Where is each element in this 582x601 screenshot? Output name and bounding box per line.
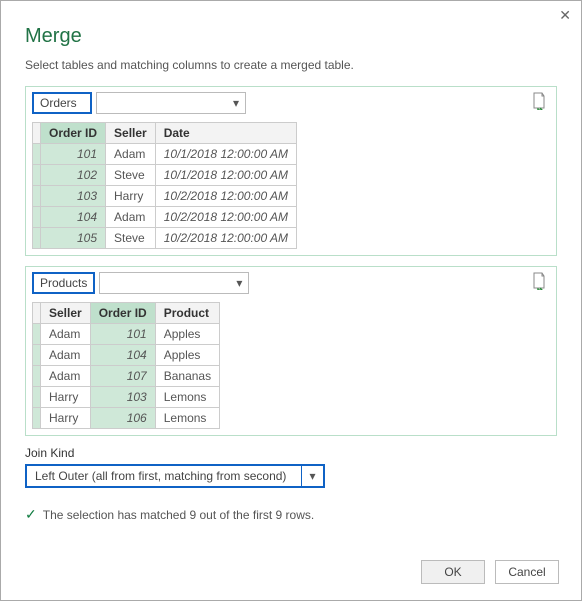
table1-name: Orders: [34, 96, 90, 110]
rowhandle: [33, 387, 41, 408]
dialog-subtitle: Select tables and matching columns to cr…: [25, 58, 557, 72]
cell: 10/2/2018 12:00:00 AM: [155, 228, 296, 249]
table-row[interactable]: 101Adam10/1/2018 12:00:00 AM: [33, 144, 297, 165]
cell: Adam: [41, 366, 91, 387]
status-text: The selection has matched 9 out of the f…: [43, 508, 314, 522]
join-kind-label: Join Kind: [25, 446, 557, 460]
table-row[interactable]: 103Harry10/2/2018 12:00:00 AM: [33, 186, 297, 207]
close-icon[interactable]: ✕: [559, 7, 571, 24]
rowhandle-head: [33, 123, 41, 144]
table-row[interactable]: Adam104Apples: [33, 345, 220, 366]
cell: Apples: [155, 324, 219, 345]
cell: 104: [90, 345, 155, 366]
cell: Lemons: [155, 387, 219, 408]
rowhandle: [33, 207, 41, 228]
cancel-button[interactable]: Cancel: [495, 560, 559, 584]
col-order-id[interactable]: Order ID: [41, 123, 106, 144]
cell: Apples: [155, 345, 219, 366]
chevron-down-icon: ▾: [230, 276, 248, 290]
col-seller[interactable]: Seller: [106, 123, 156, 144]
table1-grid: Order ID Seller Date 101Adam10/1/2018 12…: [32, 122, 297, 249]
cell: 104: [41, 207, 106, 228]
rowhandle: [33, 186, 41, 207]
rowhandle: [33, 324, 41, 345]
col-order-id[interactable]: Order ID: [90, 303, 155, 324]
chevron-down-icon: ▾: [227, 96, 245, 110]
cell: Adam: [41, 324, 91, 345]
join-kind-select[interactable]: Left Outer (all from first, matching fro…: [25, 464, 325, 488]
cell: Adam: [106, 207, 156, 228]
status-row: ✓ The selection has matched 9 out of the…: [25, 506, 557, 523]
cell: 10/1/2018 12:00:00 AM: [155, 144, 296, 165]
rowhandle-head: [33, 303, 41, 324]
cell: Harry: [106, 186, 156, 207]
footer: OK Cancel: [421, 560, 559, 584]
cell: Steve: [106, 228, 156, 249]
table2-column-select[interactable]: ▾: [99, 272, 249, 294]
cell: 106: [90, 408, 155, 429]
table2-grid: Seller Order ID Product Adam101ApplesAda…: [32, 302, 220, 429]
table-row[interactable]: 105Steve10/2/2018 12:00:00 AM: [33, 228, 297, 249]
rowhandle: [33, 408, 41, 429]
check-icon: ✓: [25, 506, 37, 523]
cell: 103: [41, 186, 106, 207]
cell: 101: [41, 144, 106, 165]
cell: 103: [90, 387, 155, 408]
cell: Adam: [106, 144, 156, 165]
table1-column-select[interactable]: ▾: [96, 92, 246, 114]
cell: 102: [41, 165, 106, 186]
table1-select[interactable]: Orders: [32, 92, 92, 114]
cell: Steve: [106, 165, 156, 186]
join-kind-value: Left Outer (all from first, matching fro…: [27, 469, 301, 483]
rowhandle: [33, 366, 41, 387]
col-product[interactable]: Product: [155, 303, 219, 324]
cell: Adam: [41, 345, 91, 366]
rowhandle: [33, 165, 41, 186]
col-date[interactable]: Date: [155, 123, 296, 144]
merge-dialog: ✕ Merge Select tables and matching colum…: [0, 0, 582, 601]
table2-name: Products: [34, 276, 93, 290]
table-row[interactable]: Harry106Lemons: [33, 408, 220, 429]
table-row[interactable]: 104Adam10/2/2018 12:00:00 AM: [33, 207, 297, 228]
cell: 10/2/2018 12:00:00 AM: [155, 207, 296, 228]
table2-select[interactable]: Products: [32, 272, 95, 294]
table1-section: Orders ▾ Order ID Seller Date 101Adam10/…: [25, 86, 557, 256]
chevron-down-icon: ▾: [301, 466, 323, 486]
cell: Bananas: [155, 366, 219, 387]
rowhandle: [33, 144, 41, 165]
table1-header-row: Order ID Seller Date: [33, 123, 297, 144]
cell: 107: [90, 366, 155, 387]
cell: 101: [90, 324, 155, 345]
cell: Harry: [41, 408, 91, 429]
table-row[interactable]: Harry103Lemons: [33, 387, 220, 408]
table-row[interactable]: Adam107Bananas: [33, 366, 220, 387]
cell: 105: [41, 228, 106, 249]
ok-button[interactable]: OK: [421, 560, 485, 584]
join-kind-group: Join Kind Left Outer (all from first, ma…: [25, 446, 557, 488]
table2-header-row: Seller Order ID Product: [33, 303, 220, 324]
col-seller[interactable]: Seller: [41, 303, 91, 324]
cell: Lemons: [155, 408, 219, 429]
table-row[interactable]: Adam101Apples: [33, 324, 220, 345]
table-row[interactable]: 102Steve10/1/2018 12:00:00 AM: [33, 165, 297, 186]
table2-section: Products ▾ Seller Order ID Product Adam1…: [25, 266, 557, 436]
cell: Harry: [41, 387, 91, 408]
rowhandle: [33, 345, 41, 366]
rowhandle: [33, 228, 41, 249]
dialog-title: Merge: [25, 25, 581, 48]
cell: 10/1/2018 12:00:00 AM: [155, 165, 296, 186]
cell: 10/2/2018 12:00:00 AM: [155, 186, 296, 207]
